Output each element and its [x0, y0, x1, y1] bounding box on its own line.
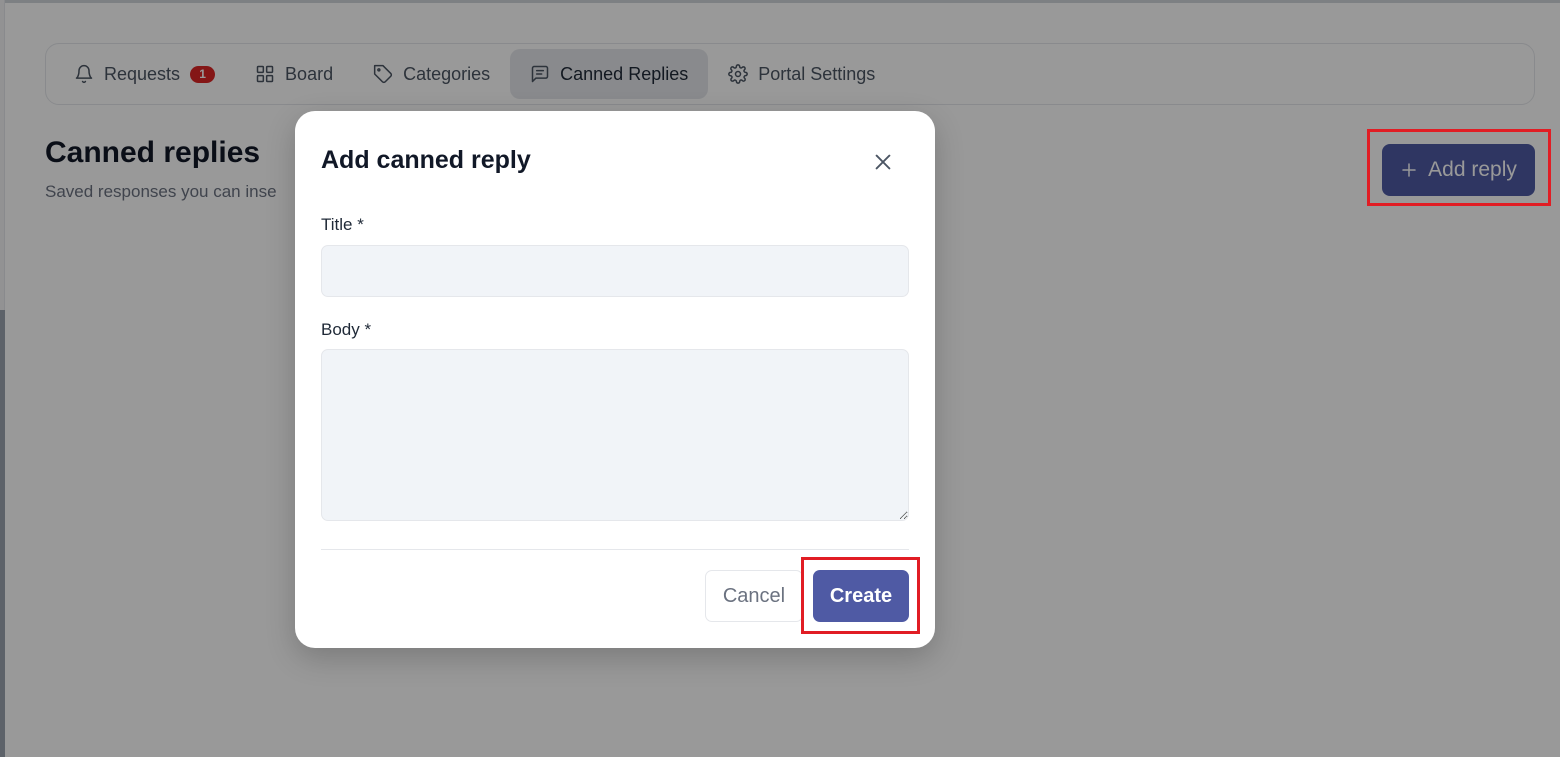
title-field-label: Title *: [321, 215, 364, 234]
create-button[interactable]: Create: [813, 570, 909, 622]
app-page: Requests 1 Board Categories Canned Repli…: [0, 0, 1560, 757]
title-input[interactable]: [321, 245, 909, 297]
footer-divider: [321, 549, 909, 550]
cancel-button[interactable]: Cancel: [705, 570, 803, 622]
close-icon: [875, 154, 891, 170]
body-textarea[interactable]: [321, 349, 909, 521]
add-canned-reply-dialog: Add canned reply Title * Body * Cancel C…: [295, 111, 935, 648]
close-button[interactable]: [868, 147, 898, 177]
body-field-label: Body *: [321, 320, 372, 339]
dialog-title: Add canned reply: [321, 146, 531, 174]
